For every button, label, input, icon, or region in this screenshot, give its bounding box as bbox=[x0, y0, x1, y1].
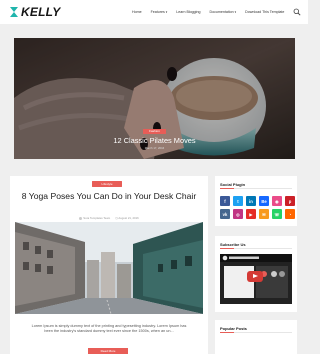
nav-item-download[interactable]: Download This Template bbox=[245, 10, 284, 14]
social-plugin-widget: Social Plugin f t in Be ◉ p vk ◎ ▶ ✉ ☏ ◔ bbox=[215, 176, 297, 226]
twitter-icon[interactable]: t bbox=[233, 196, 243, 206]
page: KELLY Home Features▾ Learn Blogging Docu… bbox=[0, 0, 308, 354]
video-embed[interactable] bbox=[220, 254, 292, 304]
featured-post[interactable]: Fashion 12 Classic Pilates Moves March 1… bbox=[14, 38, 295, 159]
site-header: KELLY Home Features▾ Learn Blogging Docu… bbox=[0, 0, 308, 24]
main-nav: Home Features▾ Learn Blogging Documentat… bbox=[132, 10, 284, 14]
popular-posts-widget: Popular Posts bbox=[215, 320, 297, 354]
post-title[interactable]: 8 Yoga Poses You Can Do in Your Desk Cha… bbox=[20, 191, 198, 203]
play-button-icon[interactable] bbox=[247, 271, 263, 282]
youtube-icon[interactable]: ▶ bbox=[246, 209, 256, 219]
social-icons: f t in Be ◉ p vk ◎ ▶ ✉ ☏ ◔ bbox=[220, 196, 295, 219]
instagram-icon[interactable]: ◎ bbox=[233, 209, 243, 219]
search-icon[interactable] bbox=[293, 8, 301, 16]
behance-icon[interactable]: Be bbox=[259, 196, 269, 206]
hero-category-badge[interactable]: Fashion bbox=[143, 129, 166, 134]
nav-item-home[interactable]: Home bbox=[132, 10, 142, 14]
avatar bbox=[79, 216, 83, 220]
whatsapp-icon[interactable]: ☏ bbox=[272, 209, 282, 219]
widget-title: Subscribe Us bbox=[220, 242, 246, 247]
nav-item-documentation[interactable]: Documentation▾ bbox=[209, 10, 236, 14]
vk-icon[interactable]: vk bbox=[220, 209, 230, 219]
post-date: ◷ August 21, 2016 bbox=[115, 216, 139, 220]
post-thumbnail[interactable] bbox=[15, 222, 203, 314]
rss-icon[interactable]: ◔ bbox=[285, 209, 295, 219]
chevron-down-icon: ▾ bbox=[165, 10, 168, 14]
post-author[interactable]: Sora Templates Team bbox=[79, 216, 110, 220]
dribbble-icon[interactable]: ◉ bbox=[272, 196, 282, 206]
post-excerpt: Lorem Ipsum is simply dummy text of the … bbox=[31, 324, 187, 334]
post-category-badge[interactable]: Lifestyle bbox=[92, 181, 122, 187]
logo-mark-icon bbox=[10, 7, 18, 17]
post-card: Lifestyle 8 Yoga Poses You Can Do in You… bbox=[10, 176, 208, 354]
nav-item-learn-blogging[interactable]: Learn Blogging bbox=[176, 10, 200, 14]
widget-title: Social Plugin bbox=[220, 182, 246, 187]
hero-title[interactable]: 12 Classic Pilates Moves bbox=[14, 136, 295, 145]
widget-title: Popular Posts bbox=[220, 326, 247, 331]
street-image bbox=[15, 222, 203, 314]
pinterest-icon[interactable]: p bbox=[285, 196, 295, 206]
read-more-button[interactable]: Read More bbox=[88, 348, 128, 354]
logo-text: KELLY bbox=[21, 5, 61, 19]
facebook-icon[interactable]: f bbox=[220, 196, 230, 206]
post-meta: Sora Templates Team ◷ August 21, 2016 bbox=[10, 216, 208, 220]
subscribe-widget: Subscribe Us bbox=[215, 236, 297, 312]
site-logo[interactable]: KELLY bbox=[9, 4, 60, 20]
hero-date: March 17, 2016 bbox=[144, 146, 165, 150]
nav-item-features[interactable]: Features▾ bbox=[151, 10, 168, 14]
chevron-down-icon: ▾ bbox=[234, 10, 237, 14]
linkedin-icon[interactable]: in bbox=[246, 196, 256, 206]
email-icon[interactable]: ✉ bbox=[259, 209, 269, 219]
